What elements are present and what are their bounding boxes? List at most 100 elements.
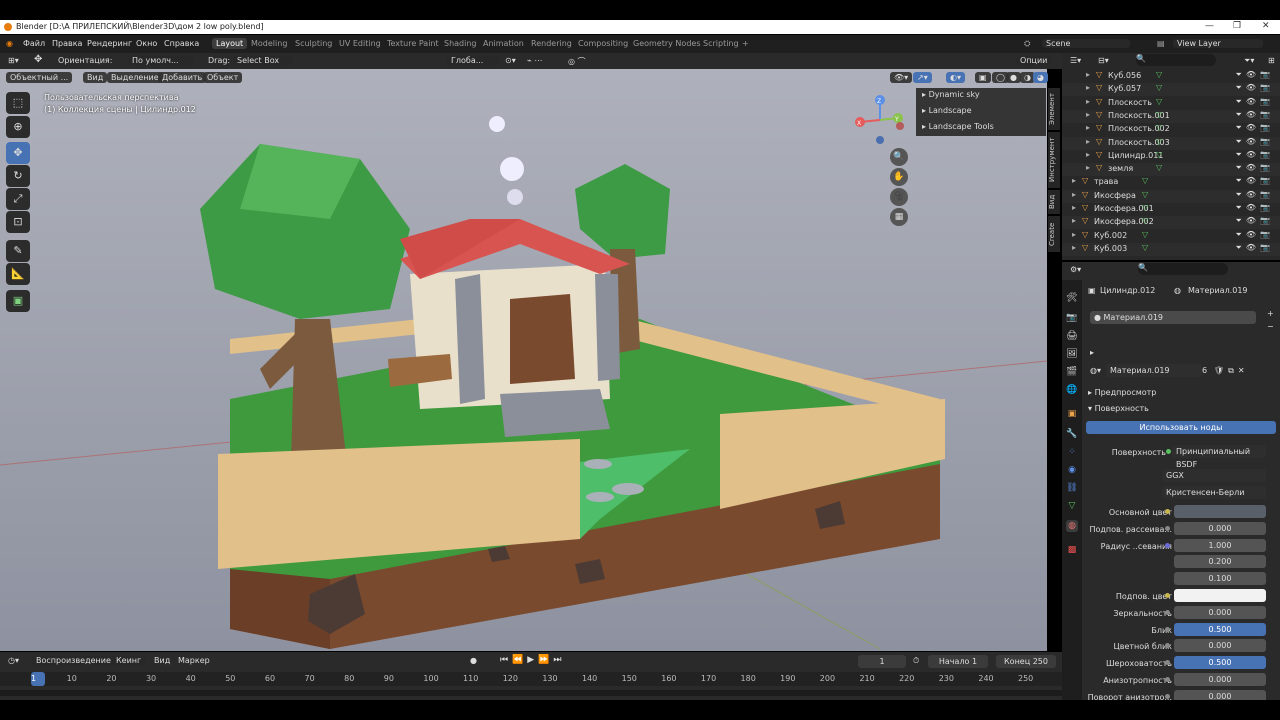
proportional-edit-icon[interactable]: ◎ ⌒ [568, 56, 586, 67]
panel-landscape-tools[interactable]: ▸ Landscape Tools [922, 122, 994, 131]
outliner-row[interactable]: ▸ ▽ Цилиндр.011 ▽ ⏷👁📷 [1062, 150, 1280, 163]
use-nodes-button[interactable]: Использовать ноды [1086, 421, 1276, 434]
prop-field-value[interactable]: 0.000 [1174, 639, 1266, 653]
socket-dot-icon[interactable] [1165, 693, 1170, 699]
texture-tab-icon[interactable]: ▩ [1066, 544, 1078, 556]
outliner-row[interactable]: ▸ ▽ Икосфера.001 ▽ ⏷👁📷 [1062, 203, 1280, 216]
prop-field-value[interactable]: 0.100 [1174, 572, 1266, 586]
visibility-toggles-icon[interactable]: ⏷👁📷 [1235, 176, 1274, 186]
gizmo-toggle-icon[interactable]: ↗▾ [913, 72, 932, 83]
tab-sculpting[interactable]: Sculpting [295, 39, 332, 48]
prop-field-value[interactable]: 0.000 [1174, 521, 1266, 535]
add-menu[interactable]: Добавить [158, 72, 207, 83]
prop-field-value[interactable]: 0.000 [1174, 605, 1266, 619]
scene-selector[interactable]: Scene [1042, 39, 1130, 48]
socket-dot-icon[interactable] [1165, 609, 1170, 615]
world-tab-icon[interactable]: 🌐 [1066, 384, 1078, 396]
menu-help[interactable]: Справка [164, 39, 199, 48]
outliner-row[interactable]: ▸ ▽ Икосфера ▽ ⏷👁📷 [1062, 189, 1280, 203]
socket-dot-icon[interactable] [1165, 525, 1170, 531]
blender-menu-icon[interactable]: ◉ [6, 39, 13, 48]
properties-editor-icon[interactable]: ⚙▾ [1070, 265, 1081, 274]
visibility-toggles-icon[interactable]: ⏷👁📷 [1235, 190, 1274, 200]
shading-solid-icon[interactable]: ● [1006, 72, 1021, 83]
snap-icon[interactable]: ⌁ ⋯ [527, 56, 542, 65]
start-frame-field[interactable]: Начало 1 [928, 655, 988, 668]
timeline-view-menu[interactable]: Вид [154, 656, 170, 665]
view-layer-selector[interactable]: View Layer [1173, 39, 1263, 48]
object-menu[interactable]: Объект [203, 72, 243, 83]
expand-arrow-icon[interactable]: ▸ [1072, 203, 1080, 213]
expand-arrow-icon[interactable]: ▸ [1072, 243, 1080, 253]
menu-edit[interactable]: Правка [52, 39, 82, 48]
modifier-tab-icon[interactable]: 🔧 [1066, 428, 1078, 440]
visibility-toggles-icon[interactable]: ⏷👁📷 [1235, 137, 1274, 147]
tab-compositing[interactable]: Compositing [578, 39, 628, 48]
stopwatch-icon[interactable]: ⏱ [913, 656, 919, 666]
add-workspace-button[interactable]: + [742, 39, 749, 48]
shading-rendered-icon[interactable]: ◕ [1033, 72, 1048, 83]
camera-icon[interactable]: 🎥 [890, 188, 908, 206]
prop-field-value[interactable]: 0.500 [1174, 622, 1266, 636]
menu-window[interactable]: Окно [136, 39, 157, 48]
scale-icon[interactable]: ⤢ [6, 188, 30, 210]
tab-layout[interactable]: Layout [212, 38, 248, 49]
visibility-icon[interactable]: 👁▾ [890, 72, 913, 83]
display-mode-icon[interactable]: ⊟▾ [1098, 56, 1109, 65]
maximize-button[interactable]: ❐ [1233, 21, 1241, 31]
material-tab-icon-active[interactable]: ◍ [1066, 520, 1078, 532]
visibility-toggles-icon[interactable]: ⏷👁📷 [1235, 203, 1274, 213]
timeline-scrollbar[interactable] [0, 690, 1062, 696]
end-frame-field[interactable]: Конец 250 [996, 655, 1056, 668]
pan-hand-icon[interactable]: ✋ [890, 168, 908, 186]
material-name-field[interactable]: Материал.019 [1106, 364, 1202, 377]
vtab-item[interactable]: Элемент [1048, 88, 1060, 130]
xray-icon[interactable]: ▣ [975, 72, 991, 83]
outliner-row[interactable]: ▸ ▽ Куб.057 ▽ ⏷👁📷 [1062, 83, 1280, 97]
surface-shader-field[interactable]: Принципиальный BSDF [1172, 445, 1266, 469]
material-actions-icons[interactable]: 🛡⧉✕ [1214, 366, 1249, 376]
drag-dropdown[interactable]: Select Box [233, 56, 293, 65]
prop-field-value[interactable]: 0.500 [1174, 656, 1266, 670]
visibility-toggles-icon[interactable]: ⏷👁📷 [1235, 70, 1274, 80]
annotate-icon[interactable]: ✎ [6, 240, 30, 262]
expand-arrow-icon[interactable]: ▸ [1086, 137, 1094, 147]
panel-landscape[interactable]: ▸ Landscape [922, 106, 972, 115]
expand-arrow-icon[interactable]: ▸ [1086, 123, 1094, 133]
expand-arrow-icon[interactable]: ▸ [1072, 190, 1080, 200]
measure-icon[interactable]: 📐 [6, 263, 30, 285]
vtab-tool[interactable]: Инструмент [1048, 132, 1060, 188]
tool-tab-icon[interactable]: 🛠 [1066, 292, 1078, 304]
vtab-view[interactable]: Вид [1048, 190, 1060, 214]
data-tab-icon[interactable]: ▽ [1066, 500, 1078, 512]
prop-field-value[interactable]: 0.000 [1174, 673, 1266, 686]
expand-arrow-icon[interactable]: ▸ [1086, 70, 1094, 80]
expand-arrow-icon[interactable]: ▸ [1072, 230, 1080, 240]
outliner-row[interactable]: ▸ ▽ Куб.003 ▽ ⏷👁📷 [1062, 242, 1280, 256]
transform-icon[interactable]: ⊡ [6, 211, 30, 233]
orientation-dropdown[interactable]: По умолч... [128, 56, 194, 65]
tab-modeling[interactable]: Modeling [251, 39, 287, 48]
minimize-button[interactable]: — [1205, 21, 1214, 31]
playback-menu[interactable]: Воспроизведение [32, 656, 115, 665]
expand-slots-icon[interactable]: ▸ [1090, 348, 1094, 357]
tab-scripting[interactable]: Scripting [703, 39, 739, 48]
marker-menu[interactable]: Маркер [178, 656, 210, 665]
expand-arrow-icon[interactable]: ▸ [1086, 97, 1094, 107]
socket-dot-icon[interactable] [1165, 542, 1170, 548]
current-frame-field[interactable]: 1 [858, 655, 906, 668]
visibility-toggles-icon[interactable]: ⏷👁📷 [1235, 243, 1274, 253]
expand-arrow-icon[interactable]: ▸ [1086, 83, 1094, 93]
panel-preview[interactable]: ▸ Предпросмотр [1088, 388, 1156, 397]
close-window-button[interactable]: ✕ [1262, 21, 1270, 31]
expand-arrow-icon[interactable]: ▸ [1072, 216, 1080, 226]
tab-animation[interactable]: Animation [483, 39, 524, 48]
menu-render[interactable]: Рендеринг [87, 39, 132, 48]
record-icon[interactable]: ● [470, 656, 477, 665]
prop-field-value[interactable] [1174, 589, 1266, 602]
constraints-tab-icon[interactable]: ⛓ [1066, 482, 1078, 494]
tab-rendering[interactable]: Rendering [531, 39, 572, 48]
outliner-row[interactable]: ▸ ▽ Плоскость.003 ▽ ⏷👁📷 [1062, 136, 1280, 150]
object-mode-dropdown[interactable]: Объектный ... [6, 72, 73, 83]
move-icon[interactable]: ✥ [6, 142, 30, 164]
